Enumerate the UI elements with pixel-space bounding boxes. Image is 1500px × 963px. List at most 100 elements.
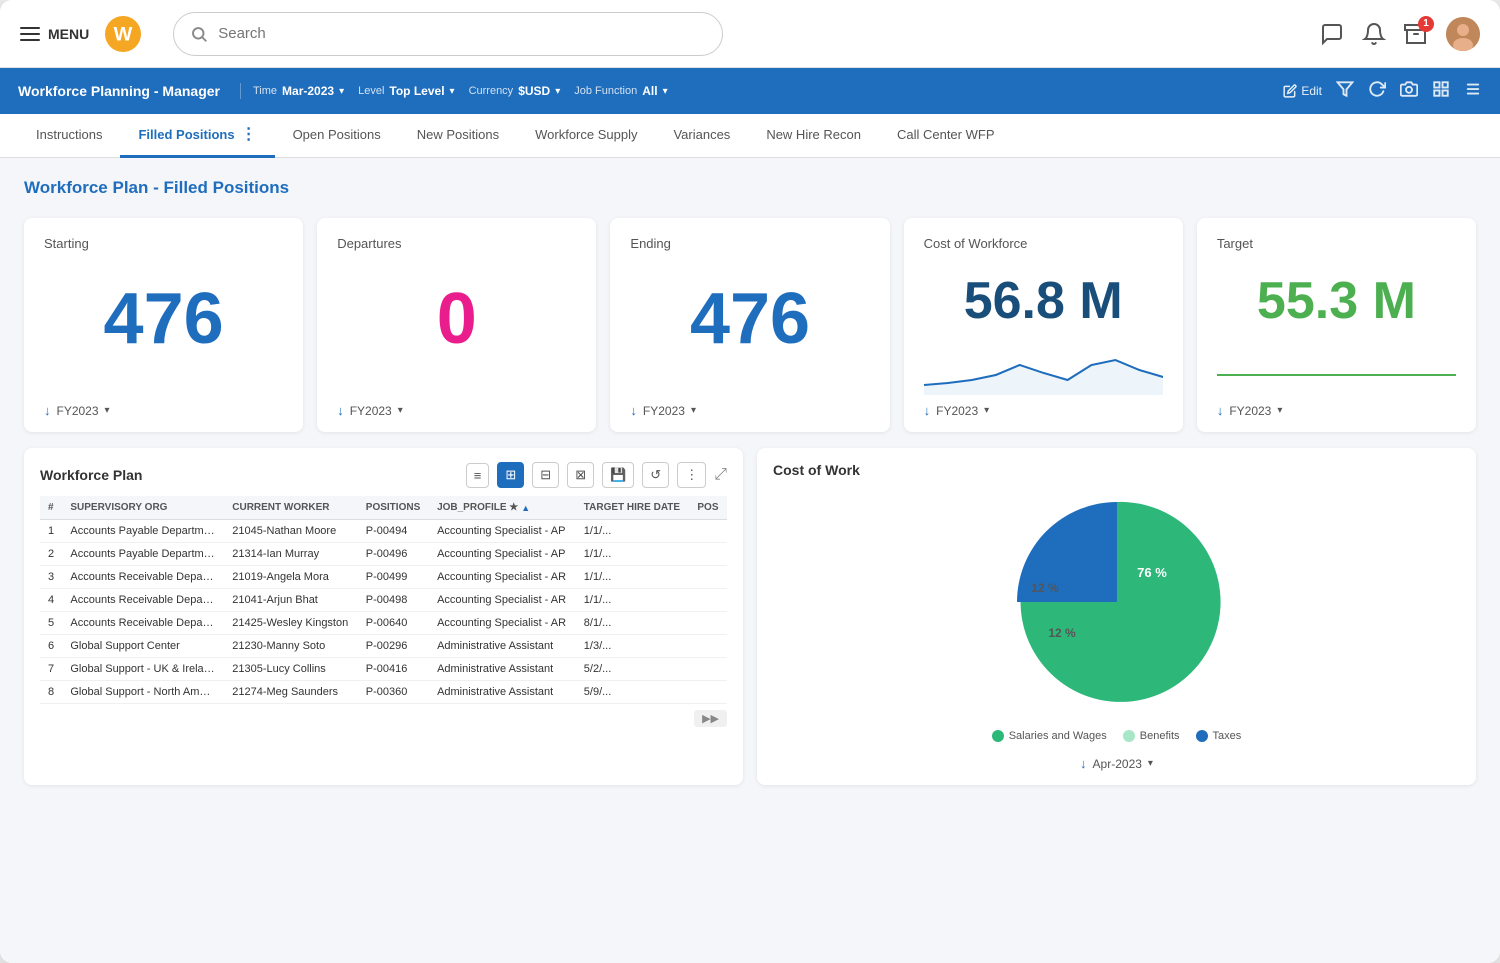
table-cell[interactable] [689,681,727,704]
pie-footer-value: Apr-2023 [1093,757,1142,771]
table-cell[interactable] [689,520,727,543]
filter-icon-button[interactable] [1336,80,1354,103]
table-cell[interactable]: Global Support - UK & Ireland Group [62,658,224,681]
table-cell[interactable]: 21305-Lucy Collins [224,658,358,681]
table-cell[interactable]: P-00496 [358,543,429,566]
table-cols-btn[interactable]: ⊟ [532,462,559,488]
table-cell[interactable]: P-00494 [358,520,429,543]
table-cell[interactable]: Administrative Assistant [429,658,576,681]
search-input[interactable] [218,25,706,42]
table-cell[interactable]: 8/1/... [576,612,690,635]
tab-instructions[interactable]: Instructions [18,114,120,158]
tab-workforce-supply[interactable]: Workforce Supply [517,114,655,158]
tab-filled-positions[interactable]: Filled Positions ⋮ [120,114,274,158]
table-cell[interactable]: 1/1/... [576,566,690,589]
kpi-starting-footer[interactable]: ↓ FY2023 ▾ [44,403,283,418]
table-cell[interactable]: Accounting Specialist - AP [429,543,576,566]
kpi-starting-chevron-icon: ▾ [105,405,110,416]
layout-button[interactable] [1464,80,1482,103]
table-cell[interactable]: Accounting Specialist - AR [429,612,576,635]
table-cell[interactable]: Global Support - North America Group [62,681,224,704]
table-cell[interactable]: Accounts Receivable Department [62,566,224,589]
table-cell[interactable]: Accounting Specialist - AP [429,520,576,543]
table-cell[interactable]: P-00499 [358,566,429,589]
table-filter-btn[interactable]: ≡ [466,463,490,488]
camera-button[interactable] [1400,80,1418,103]
table-cell[interactable]: P-00360 [358,681,429,704]
tab-new-positions[interactable]: New Positions [399,114,517,158]
job-function-filter[interactable]: Job Function All ▾ [574,84,667,98]
search-bar[interactable] [173,12,723,56]
col-header-pos[interactable]: POS [689,496,727,520]
table-cell[interactable]: Accounts Receivable Department [62,589,224,612]
col-header-supervisory-org[interactable]: SUPERVISORY ORG [62,496,224,520]
table-cell[interactable]: 1/1/... [576,543,690,566]
table-cell[interactable]: Administrative Assistant [429,635,576,658]
tab-menu-icon[interactable]: ⋮ [241,124,257,144]
tab-variances[interactable]: Variances [655,114,748,158]
user-avatar[interactable] [1446,17,1480,51]
notifications-button[interactable] [1362,22,1386,46]
table-cell[interactable]: 21019-Angela Mora [224,566,358,589]
level-filter[interactable]: Level Top Level ▾ [358,84,454,98]
table-cell[interactable] [689,589,727,612]
table-cell[interactable]: 21230-Manny Soto [224,635,358,658]
kpi-target-footer[interactable]: ↓ FY2023 ▾ [1217,403,1456,418]
table-pagination[interactable]: ▶▶ [694,710,727,727]
table-cell[interactable] [689,543,727,566]
table-freeze-btn[interactable]: ⊠ [567,462,594,488]
messages-button[interactable] [1320,22,1344,46]
kpi-ending-label: Ending [630,236,869,251]
inbox-button[interactable]: 1 [1404,22,1428,46]
table-cell[interactable]: Accounts Receivable Department [62,612,224,635]
table-cell[interactable]: P-00498 [358,589,429,612]
table-cell[interactable] [689,658,727,681]
table-more-btn[interactable]: ⋮ [677,462,706,488]
tab-new-hire-recon[interactable]: New Hire Recon [748,114,879,158]
col-header-job-profile[interactable]: JOB_PROFILE ★ ▲ [429,496,576,520]
table-cell[interactable]: P-00640 [358,612,429,635]
table-cell[interactable]: 21425-Wesley Kingston [224,612,358,635]
table-cell[interactable]: Accounting Specialist - AR [429,589,576,612]
tab-open-positions[interactable]: Open Positions [275,114,399,158]
table-cell[interactable]: 1/1/... [576,520,690,543]
table-cell[interactable]: 1/1/... [576,589,690,612]
grid-button[interactable] [1432,80,1450,103]
table-cell[interactable]: 21274-Meg Saunders [224,681,358,704]
table-cell[interactable]: 21314-Ian Murray [224,543,358,566]
table-rows-btn[interactable]: ⊞ [497,462,524,488]
table-save-btn[interactable]: 💾 [602,462,634,488]
col-header-current-worker[interactable]: CURRENT WORKER [224,496,358,520]
table-cell[interactable]: 5/2/... [576,658,690,681]
legend-salaries: Salaries and Wages [992,730,1107,742]
filter-icon [1336,80,1354,98]
time-filter[interactable]: Time Mar-2023 ▾ [253,84,344,98]
table-cell[interactable]: Accounts Payable Department [62,543,224,566]
currency-filter[interactable]: Currency $USD ▾ [469,84,561,98]
table-cell[interactable]: P-00296 [358,635,429,658]
table-cell[interactable] [689,612,727,635]
edit-button[interactable]: Edit [1283,84,1322,98]
table-refresh-btn[interactable]: ↺ [642,462,669,488]
kpi-cow-footer[interactable]: ↓ FY2023 ▾ [924,403,1163,418]
kpi-departures-footer[interactable]: ↓ FY2023 ▾ [337,403,576,418]
menu-button[interactable]: MENU [20,26,89,42]
table-cell[interactable] [689,566,727,589]
table-cell[interactable]: 5/9/... [576,681,690,704]
table-expand-icon[interactable]: ⤢ [714,466,727,484]
table-cell[interactable]: P-00416 [358,658,429,681]
tab-call-center-wfp[interactable]: Call Center WFP [879,114,1013,158]
table-cell[interactable]: 21041-Arjun Bhat [224,589,358,612]
table-cell[interactable]: Administrative Assistant [429,681,576,704]
table-cell[interactable] [689,635,727,658]
table-cell[interactable]: 1/3/... [576,635,690,658]
table-cell[interactable]: 21045-Nathan Moore [224,520,358,543]
refresh-button[interactable] [1368,80,1386,103]
pie-footer[interactable]: ↓ Apr-2023 ▾ [1080,756,1153,771]
kpi-ending-footer[interactable]: ↓ FY2023 ▾ [630,403,869,418]
table-cell[interactable]: Accounting Specialist - AR [429,566,576,589]
table-cell[interactable]: Global Support Center [62,635,224,658]
table-cell[interactable]: Accounts Payable Department [62,520,224,543]
col-header-positions[interactable]: POSITIONS [358,496,429,520]
col-header-target-hire-date[interactable]: TARGET HIRE DATE [576,496,690,520]
